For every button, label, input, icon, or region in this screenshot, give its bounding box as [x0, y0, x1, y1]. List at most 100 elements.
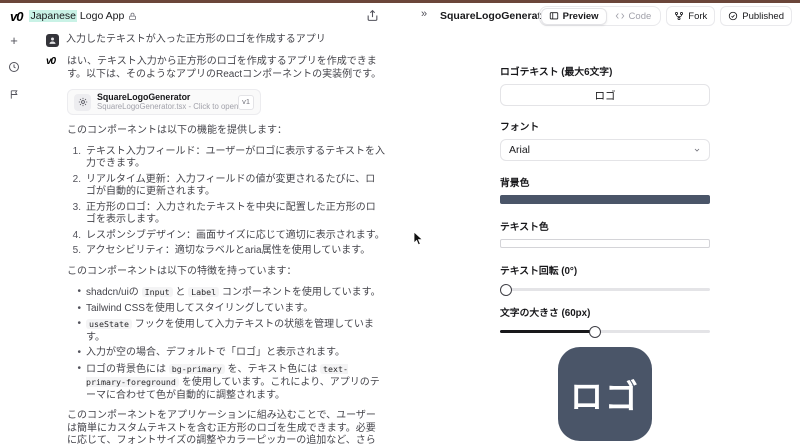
flag-icon[interactable]	[6, 86, 22, 102]
features-heading: このコンポーネントは以下の機能を提供します：	[67, 125, 287, 136]
list-item-text: 入力が空の場合、デフォルトで「ロゴ」と表示されます。	[86, 347, 345, 358]
left-rail: +	[0, 32, 28, 102]
rotation-slider[interactable]	[500, 283, 710, 296]
header-actions: Preview Code Fork Published	[538, 6, 792, 26]
list-item-text: shadcn/uiの Input と Label コンポーネントを使用しています…	[86, 287, 381, 298]
code-tab[interactable]: Code	[607, 8, 660, 25]
features-list: 1. テキスト入力フィールド：ユーザーがロゴに表示するテキストを入力できます。 2.…	[67, 146, 385, 258]
list-marker: 1.	[72, 145, 81, 157]
list-marker: •	[77, 347, 81, 358]
background-color-label: 背景色	[500, 178, 530, 189]
v0-app-window: v0 Japanese Logo App » SquareLogoGenerat…	[0, 0, 800, 446]
list-item-text: Tailwind CSSを使用してスタイリングしています。	[86, 302, 314, 314]
list-item: • useState フックを使用して入力テキストの状態を管理しています。	[67, 318, 385, 344]
history-icon[interactable]	[6, 59, 22, 75]
preview-tab[interactable]: Preview	[540, 7, 607, 25]
user-message-text: 入力したテキストが入った正方形のロゴを作成するアプリ	[66, 34, 326, 45]
logo-preview-square: ロゴ	[558, 347, 652, 441]
inline-code-chip: useState	[86, 319, 132, 329]
project-title[interactable]: Japanese Logo App	[29, 10, 137, 22]
list-marker: 5.	[72, 245, 81, 256]
user-message: 入力したテキストが入った正方形のロゴを作成するアプリ	[46, 34, 392, 47]
list-item: 1. テキスト入力フィールド：ユーザーがロゴに表示するテキストを入力できます。	[67, 146, 385, 171]
list-item-text: レスポンシブデザイン：画面サイズに応じて適切に表示されます。	[86, 229, 385, 241]
share-icon[interactable]	[366, 9, 382, 25]
font-select-value: Arial	[509, 144, 531, 156]
chat-thread: 入力したテキストが入った正方形のロゴを作成するアプリ v0 はい、テキスト入力か…	[46, 34, 392, 446]
v0-logo[interactable]: v0	[10, 9, 24, 24]
list-marker: •	[77, 318, 81, 329]
font-label: フォント	[500, 122, 540, 133]
preview-icon	[549, 11, 559, 21]
slider-track	[500, 288, 710, 291]
slider-handle[interactable]	[588, 325, 601, 338]
list-item: 4. レスポンシブデザイン：画面サイズに応じて適切に表示されます。	[67, 230, 385, 243]
list-marker: •	[77, 362, 81, 374]
chevron-down-icon	[694, 148, 700, 152]
text-color-label: テキスト色	[500, 222, 549, 233]
list-item-text: テキスト入力フィールド：ユーザーがロゴに表示するテキストを入力できます。	[86, 145, 385, 170]
list-item-text: useState フックを使用して入力テキストの状態を管理しています。	[86, 319, 374, 343]
fork-button[interactable]: Fork	[666, 6, 716, 26]
list-marker: •	[77, 302, 81, 314]
font-size-label: 文字の大きさ (60px)	[500, 308, 591, 319]
lock-icon	[128, 12, 137, 21]
collapse-panel-icon[interactable]: »	[421, 8, 427, 20]
code-card-subtitle: SquareLogoGenerator.tsx - Click to open	[97, 101, 239, 111]
list-item: 5. アクセシビリティ：適切なラベルとaria属性を使用しています。	[67, 245, 385, 258]
closing-paragraph: このコンポーネントをアプリケーションに組み込むことで、ユーザーは簡単にカスタムテ…	[67, 410, 376, 446]
logo-generator-preview: ロゴテキスト (最大6文字) フォント Arial 背景色 テキスト色 テキスト…	[500, 64, 710, 446]
code-block-card[interactable]: SquareLogoGenerator SquareLogoGenerator.…	[67, 89, 261, 115]
font-size-slider[interactable]	[500, 325, 710, 338]
mouse-cursor	[413, 231, 424, 251]
list-item-text: リアルタイム更新：入力フィールドの値が変更されるたびに、ロゴが自動的に更新されま…	[86, 173, 376, 198]
font-select[interactable]: Arial	[500, 139, 710, 161]
list-item-text: 正方形のロゴ：入力されたテキストを中央に配置した正方形のロゴを表示します。	[86, 201, 376, 226]
title-rest: Logo App	[77, 10, 125, 22]
new-chat-icon[interactable]: +	[6, 32, 22, 48]
list-item-text: ロゴの背景色には bg-primary を、テキスト色には text-prima…	[86, 363, 380, 401]
traits-heading: このコンポーネントは以下の特徴を持っています：	[67, 265, 297, 277]
list-marker: •	[77, 286, 81, 297]
list-item: • 入力が空の場合、デフォルトで「ロゴ」と表示されます。	[67, 347, 385, 360]
header-left: v0 Japanese Logo App	[10, 3, 137, 29]
fork-icon	[674, 11, 684, 21]
list-marker: 2.	[72, 173, 81, 185]
slider-handle[interactable]	[500, 283, 512, 296]
code-card-text: SquareLogoGenerator SquareLogoGenerator.…	[97, 92, 238, 111]
list-item: 3. 正方形のロゴ：入力されたテキストを中央に配置した正方形のロゴを表示します。	[67, 202, 385, 227]
logo-text-label: ロゴテキスト (最大6文字)	[500, 67, 613, 78]
rotation-label: テキスト回転 (0°)	[500, 266, 578, 277]
list-item: 2. リアルタイム更新：入力フィールドの値が変更されるたびに、ロゴが自動的に更新さ…	[67, 174, 385, 199]
slider-fill	[500, 330, 595, 333]
gear-icon	[74, 93, 91, 111]
list-marker: 4.	[72, 229, 81, 241]
published-button[interactable]: Published	[720, 6, 792, 26]
list-item: • Tailwind CSSを使用してスタイリングしています。	[67, 303, 385, 316]
component-name[interactable]: SquareLogoGenerator	[440, 10, 551, 22]
code-icon	[615, 11, 625, 21]
title-highlight: Japanese	[29, 10, 78, 22]
list-item: • ロゴの背景色には bg-primary を、テキスト色には text-prim…	[67, 363, 385, 403]
list-item-text: アクセシビリティ：適切なラベルとaria属性を使用しています。	[86, 245, 371, 256]
inline-code-chip: bg-primary	[168, 363, 225, 374]
text-color-swatch[interactable]	[500, 239, 710, 248]
assistant-message: v0 はい、テキスト入力から正方形のロゴを作成するアプリを作成できます。以下は、…	[46, 56, 392, 446]
logo-text-input[interactable]	[500, 84, 710, 106]
published-check-icon	[728, 11, 738, 21]
background-color-swatch[interactable]	[500, 195, 710, 204]
top-bar: v0 Japanese Logo App » SquareLogoGenerat…	[0, 3, 800, 29]
inline-code-chip: Label	[188, 287, 220, 297]
code-card-version-badge: v1	[238, 95, 254, 110]
top-stripe	[0, 0, 800, 3]
list-marker: 3.	[72, 201, 81, 213]
user-avatar	[46, 34, 59, 47]
person-icon	[49, 37, 56, 44]
view-switcher: Preview Code	[538, 6, 662, 26]
list-item: • shadcn/uiの Input と Label コンポーネントを使用していま…	[67, 286, 385, 300]
v0-avatar: v0	[46, 56, 56, 67]
traits-list: • shadcn/uiの Input と Label コンポーネントを使用していま…	[67, 286, 385, 402]
inline-code-chip: Input	[141, 287, 173, 297]
assistant-intro: はい、テキスト入力から正方形のロゴを作成するアプリを作成できます。以下は、そのよ…	[67, 56, 382, 80]
assistant-message-body: はい、テキスト入力から正方形のロゴを作成するアプリを作成できます。以下は、そのよ…	[67, 56, 385, 446]
